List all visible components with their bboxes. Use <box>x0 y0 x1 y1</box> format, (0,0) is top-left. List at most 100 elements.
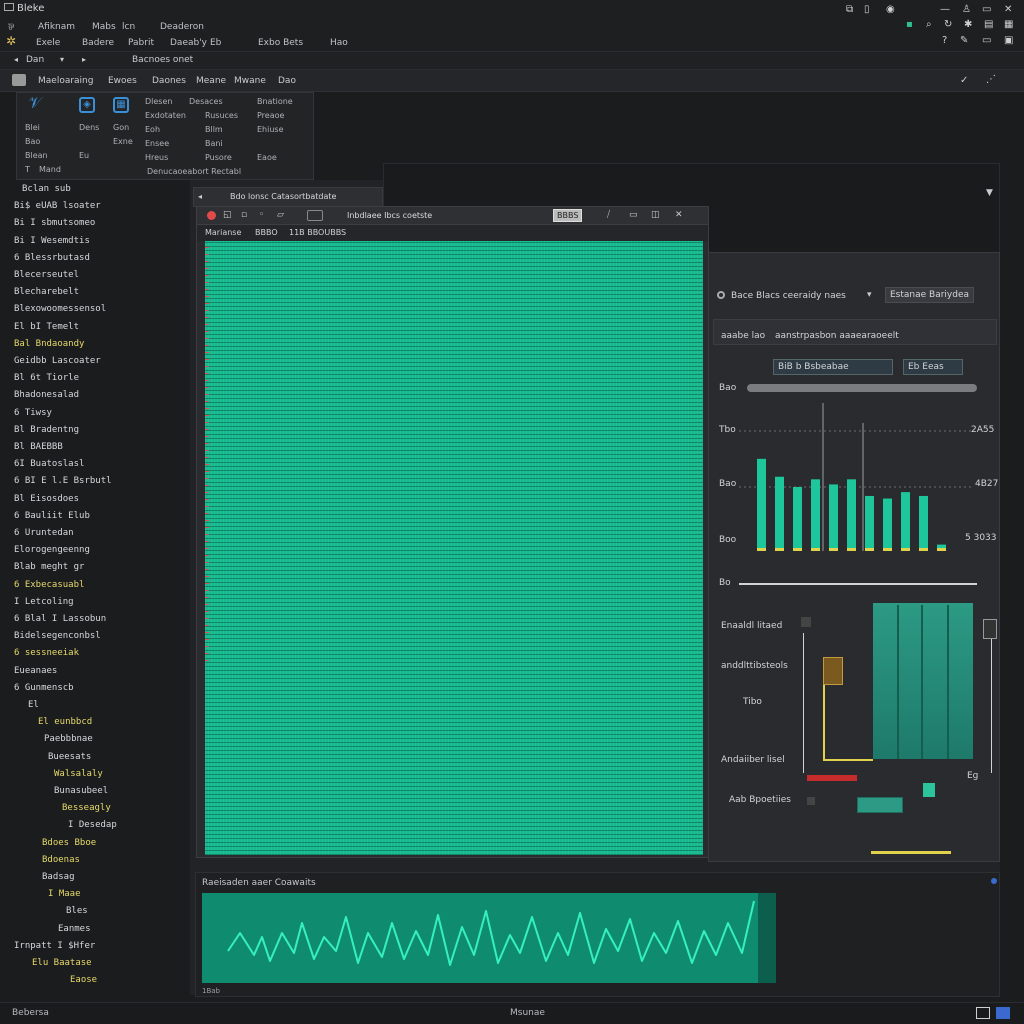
editor-maximize-icon[interactable]: ▭ <box>629 210 638 220</box>
tree-item[interactable]: Blecerseutel <box>14 270 79 280</box>
waveform-plot[interactable] <box>202 893 760 983</box>
tree-item[interactable]: Bhadonesalad <box>14 390 79 400</box>
ribbon-right-label-4[interactable]: Bnatione <box>257 97 293 106</box>
tree-item[interactable]: Bunasubeel <box>54 786 108 796</box>
editor-tool-icon-4[interactable]: ▱ <box>277 210 284 220</box>
tree-item[interactable]: El eunbbcd <box>38 717 92 727</box>
editor-tool-icon-1[interactable]: ◱ <box>223 210 232 220</box>
doc-icon[interactable]: ▯ <box>864 5 874 15</box>
ribbon-tab-1[interactable]: Maeloaraing <box>38 76 93 86</box>
tree-item[interactable]: 6 BI E l.E Bsrbutl <box>14 476 112 486</box>
ribbon-tab-3[interactable]: Daones <box>152 76 186 86</box>
menu2-item-4[interactable]: Daeab'y <box>170 38 207 48</box>
toolbar2-item-1[interactable]: Dan <box>26 55 44 65</box>
menu2-item-5[interactable]: Eb <box>210 38 221 48</box>
tree-item[interactable]: Eaose <box>70 975 97 985</box>
dock-icon[interactable]: ▣ <box>1004 36 1014 46</box>
input-field-b[interactable]: Eb Eeas <box>903 359 963 375</box>
ribbon-right-label-10[interactable]: Ensee <box>145 139 169 148</box>
settings-icon[interactable]: ✱ <box>964 20 974 30</box>
editor-tool-icon-3[interactable]: ◦ <box>259 210 264 220</box>
marker-box[interactable] <box>823 657 843 685</box>
ribbon-right-label-2[interactable]: Desaces <box>189 97 223 106</box>
minimize-icon[interactable]: — <box>940 5 950 15</box>
tree-item[interactable]: 6 Exbecasuabl <box>14 580 84 590</box>
ribbon-right-label-8[interactable]: Bllm <box>205 125 223 134</box>
tab-icon[interactable]: ▪ <box>906 20 916 30</box>
document-tab[interactable]: ◂ Bdo lonsc Catasortbatdate <box>193 187 383 207</box>
check-icon[interactable]: ✓ <box>960 75 968 86</box>
copy-icon[interactable]: ⧉ <box>846 5 856 15</box>
menu2-item-6[interactable]: Exbo Bets <box>258 38 303 48</box>
panel-toolbar-right[interactable]: Estanae Bariydea <box>885 287 975 303</box>
menu-item-1[interactable]: Afiknam <box>38 22 75 32</box>
left-icon-a[interactable]: ⅌ <box>8 20 14 33</box>
tree-item[interactable]: I Desedap <box>68 820 117 830</box>
editor-minimize-icon[interactable]: ⧸ <box>607 210 610 220</box>
window-icon[interactable]: ▭ <box>982 5 992 15</box>
data-grid[interactable] <box>205 241 703 855</box>
tree-item[interactable]: El <box>28 700 39 710</box>
home-icon[interactable] <box>12 74 26 86</box>
tree-item[interactable]: 6 sessneeiak <box>14 648 79 658</box>
ribbon-tab-4[interactable]: Meane <box>196 76 226 86</box>
menu2-item-7[interactable]: Hao <box>330 38 348 48</box>
tree-item[interactable]: Blexowoomessensol <box>14 304 106 314</box>
tree-item[interactable]: Bidelsegenconbsl <box>14 631 101 641</box>
help-icon[interactable]: ? <box>942 36 952 46</box>
frame-icon[interactable]: ▭ <box>982 36 992 46</box>
tree-item[interactable]: Bi I Wesemdtis <box>14 236 90 246</box>
edit-icon[interactable]: ✎ <box>960 36 970 46</box>
slider-track[interactable] <box>747 384 977 392</box>
ribbon-right-label-11[interactable]: Bani <box>205 139 223 148</box>
tree-item[interactable]: Bueesats <box>48 752 91 762</box>
editor-badge[interactable]: BBBS <box>553 209 583 222</box>
editor-mode-button[interactable] <box>307 210 323 221</box>
tree-item[interactable]: Paebbbnae <box>44 734 93 744</box>
menu2-item-2[interactable]: Badere <box>82 38 114 48</box>
tree-item[interactable]: Bdoenas <box>42 855 80 865</box>
panel-info-icon[interactable] <box>717 291 725 299</box>
ribbon-right-label-1[interactable]: Dlesen <box>145 97 172 106</box>
tree-item[interactable]: 6I Buatoslasl <box>14 459 84 469</box>
status-flag-icon[interactable] <box>996 1007 1010 1019</box>
tree-item[interactable]: Walsalaly <box>54 769 103 779</box>
menu-item-2[interactable]: Mabs <box>92 22 116 32</box>
tree-item[interactable]: 6 Blal I Lassobun <box>14 614 106 624</box>
ribbon-tab-6[interactable]: Dao <box>278 76 296 86</box>
ribbon-right-label-13[interactable]: Pusore <box>205 153 232 162</box>
tree-item[interactable]: Bl BAEBBB <box>14 442 63 452</box>
tree-item[interactable]: Badsag <box>42 872 75 882</box>
tree-item[interactable]: Bl 6t Tiorle <box>14 373 79 383</box>
dropdown-arrow-icon[interactable]: ▼ <box>986 188 993 198</box>
tree-item[interactable]: Elorogengeenng <box>14 545 90 555</box>
shield-icon[interactable]: ◈ <box>79 97 95 113</box>
menu2-item-3[interactable]: Pabrit <box>128 38 154 48</box>
ribbon-right-label-6[interactable]: Preaoe <box>257 111 284 120</box>
editor-tool-icon-2[interactable]: ▫ <box>241 210 247 220</box>
tree-item[interactable]: Eanmes <box>58 924 91 934</box>
notify-icon[interactable]: ♙ <box>962 5 972 15</box>
tree-item[interactable]: Geidbb Lascoater <box>14 356 101 366</box>
tree-item[interactable]: Bclan sub <box>22 184 71 194</box>
scroll-thumb[interactable] <box>983 619 997 639</box>
search-icon[interactable]: ⌕ <box>926 20 936 30</box>
menu-item-4[interactable]: Deaderon <box>160 22 204 32</box>
vector-icon[interactable]: 𝒱 <box>27 95 43 113</box>
editor-restore-icon[interactable]: ◫ <box>651 210 660 220</box>
close-icon[interactable]: ✕ <box>1004 5 1014 15</box>
toolbar2-item-2[interactable]: Bacnoes onet <box>132 55 193 65</box>
tree-item[interactable]: El bI Temelt <box>14 322 79 332</box>
ribbon-right-label-9[interactable]: Ehiuse <box>257 125 284 134</box>
teal-chip-1[interactable] <box>857 797 903 813</box>
ribbon-right-label-12[interactable]: Hreus <box>145 153 168 162</box>
menu2-item-1[interactable]: Exele <box>36 38 60 48</box>
layout-icon[interactable]: ▦ <box>1004 20 1014 30</box>
tree-item[interactable]: Bles <box>66 906 88 916</box>
ribbon-tab-2[interactable]: Ewoes <box>108 76 137 86</box>
tree-item[interactable]: Blab meght gr <box>14 562 84 572</box>
teal-chip-2[interactable] <box>923 783 935 797</box>
panel-arrow-icon[interactable]: ▾ <box>867 290 872 300</box>
ribbon-right-label-5[interactable]: Rusuces <box>205 111 238 120</box>
tree-item[interactable]: Bl Bradentng <box>14 425 79 435</box>
